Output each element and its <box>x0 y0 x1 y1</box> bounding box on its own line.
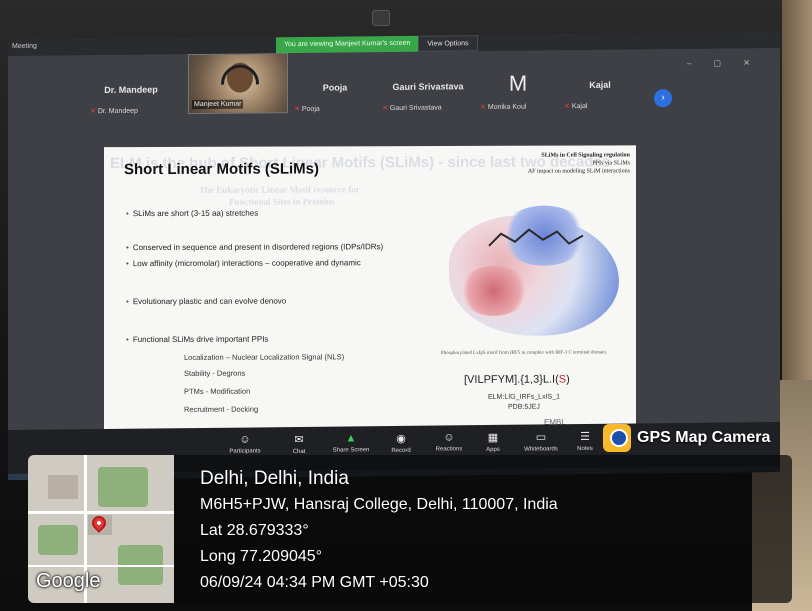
whiteboards-button[interactable]: ▭ Whiteboards <box>516 430 566 453</box>
protein-structure-image <box>439 205 629 346</box>
laptop-screen: Meeting You are viewing Manjeet Kumar's … <box>8 31 780 481</box>
location-address: M6H5+PJW, Hansraj College, Delhi, 110007… <box>200 496 558 513</box>
bullet-item: • Conserved in sequence and present in di… <box>126 242 384 253</box>
record-button[interactable]: ◉ Record <box>376 432 426 455</box>
location-longitude: Long 77.209045° <box>200 548 323 565</box>
chat-icon: ✉ <box>294 433 304 447</box>
headset <box>221 64 259 85</box>
participant-label: ✕ Gauri Srivastava <box>382 104 442 113</box>
location-latitude: Lat 28.679333° <box>200 522 309 539</box>
muted-mic-icon: ✕ <box>382 105 388 113</box>
chat-button[interactable]: ✉ Chat <box>274 433 324 456</box>
viewing-banner: You are viewing Manjeet Kumar's screen V… <box>276 35 478 54</box>
pdb-id: PDB:5JEJ <box>508 403 540 411</box>
sub-bullet: Localization – Nuclear Localization Sign… <box>184 352 345 362</box>
record-icon: ◉ <box>396 432 406 445</box>
window-controls[interactable]: – ▢ ✕ <box>687 58 760 68</box>
location-datetime: 06/09/24 04:34 PM GMT +05:30 <box>200 574 429 591</box>
elm-id: ELM:LIG_IRFs_LxIS_1 <box>488 393 560 401</box>
participant-label: ✕ Dr. Mandeep <box>90 107 138 116</box>
participant-tile[interactable]: Pooja ✕ Pooja <box>290 72 380 125</box>
bullet-item: • Low affinity (micromolar) interactions … <box>126 258 361 269</box>
next-participants-button[interactable]: › <box>654 89 672 108</box>
reactions-button[interactable]: ☺ Reactions <box>424 431 474 453</box>
gps-app-name: GPS Map Camera <box>637 429 771 446</box>
participant-label: ✕ Pooja <box>294 105 320 114</box>
share-screen-button[interactable]: ▲ Share Screen <box>326 432 376 454</box>
bullet-item: • Evolutionary plastic and can evolve den… <box>126 296 287 307</box>
active-speaker-video[interactable]: Manjeet Kumar <box>188 53 288 115</box>
participant-name: Gauri Srivastava <box>392 81 464 93</box>
ghost-subtitle-2: Functional Sites in Proteins <box>229 196 335 207</box>
participant-tile[interactable]: Dr. Mandeep ✕ Dr. Mandeep <box>86 74 176 127</box>
sub-bullet: Stability - Degrons <box>184 368 246 378</box>
slide-title: Short Linear Motifs (SLiMs) <box>124 160 319 179</box>
gps-camera-logo-icon <box>603 424 631 452</box>
gps-app-badge: GPS Map Camera <box>603 424 770 452</box>
participant-avatar-letter: M <box>508 70 528 96</box>
video-name-label: Manjeet Kumar <box>192 99 244 110</box>
participants-icon: ☺ <box>239 433 251 446</box>
location-city: Delhi, Delhi, India <box>200 468 349 489</box>
muted-mic-icon: ✕ <box>480 104 486 112</box>
webcam <box>372 10 390 26</box>
participant-name: Kajal <box>589 79 611 90</box>
reactions-icon: ☺ <box>443 431 455 444</box>
participant-name: Pooja <box>322 82 348 93</box>
muted-mic-icon: ✕ <box>564 103 570 111</box>
participant-tile[interactable]: Gauri Srivastava ✕ Gauri Srivastava <box>378 71 478 124</box>
participants-button[interactable]: ☺ Participants <box>220 433 270 455</box>
participant-tile[interactable]: Kajal ✕ Kajal <box>560 69 640 122</box>
muted-mic-icon: ✕ <box>90 108 96 116</box>
bullet-item: • SLiMs are short (3-15 aa) stretches <box>126 208 259 219</box>
participant-label: ✕ Monika Koul <box>480 103 527 112</box>
share-screen-icon: ▲ <box>345 432 357 445</box>
shared-slide: ELM is the hub of Short Linear Motifs (S… <box>104 145 636 438</box>
ghost-subtitle-1: The Eukaryotic Linear Motif resource for <box>199 184 360 195</box>
view-options-button[interactable]: View Options <box>418 35 478 52</box>
bullet-item: • Functional SLiMs drive important PPIs <box>126 334 269 345</box>
apps-button[interactable]: ▦ Apps <box>468 431 518 454</box>
participant-tile[interactable]: M ✕ Monika Koul <box>476 70 560 123</box>
peptide-stick-model <box>488 228 584 247</box>
participant-label: ✕ Kajal <box>564 102 588 111</box>
sub-bullet: Recruitment - Docking <box>184 404 259 414</box>
figure-caption: Phosphorylated LxIpS motif from IRF5 in … <box>440 350 608 357</box>
map-brand: Google <box>36 570 101 592</box>
whiteboards-icon: ▭ <box>535 431 547 444</box>
apps-icon: ▦ <box>487 431 499 445</box>
motif-regex: [VILPFYM].{1,3}L.I(S) <box>464 373 570 386</box>
viewing-message: You are viewing Manjeet Kumar's screen <box>276 35 419 54</box>
participant-name: Dr. Mandeep <box>104 84 158 96</box>
top-right-notes: SLiMs in Cell Signaling regulation PPIs … <box>527 152 630 175</box>
sub-bullet: PTMs - Modification <box>184 386 251 396</box>
muted-mic-icon: ✕ <box>294 105 300 114</box>
